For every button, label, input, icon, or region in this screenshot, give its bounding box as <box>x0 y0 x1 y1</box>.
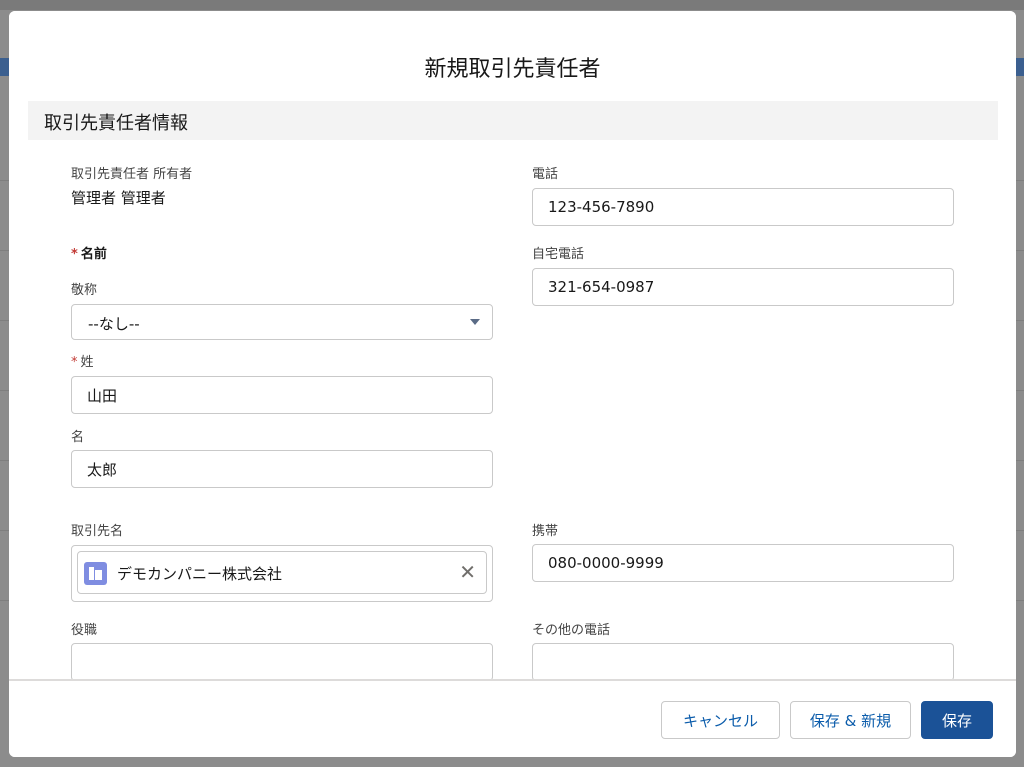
required-mark: * <box>71 247 78 262</box>
account-name-value: デモカンパニー株式会社 <box>117 565 283 583</box>
account-lookup: デモカンパニー株式会社 ✕ <box>71 545 493 602</box>
modal-header: 新規取引先責任者 <box>9 11 1016 101</box>
mobile-input[interactable] <box>532 544 954 582</box>
phone-input[interactable] <box>532 188 954 226</box>
cancel-button[interactable]: キャンセル <box>661 701 780 739</box>
new-contact-modal: 新規取引先責任者 取引先責任者情報 取引先責任者 所有者 管理者 管理者 * 名前… <box>9 11 1016 757</box>
mobile-label: 携帯 <box>532 524 559 539</box>
other-phone-input[interactable] <box>532 643 954 679</box>
last-name-label: * 姓 <box>71 351 94 370</box>
owner-value: 管理者 管理者 <box>71 189 166 207</box>
salutation-label: 敬称 <box>71 283 98 298</box>
last-name-input[interactable] <box>71 376 493 414</box>
phone-label: 電話 <box>532 167 559 182</box>
modal-title: 新規取引先責任者 <box>424 57 601 82</box>
save-and-new-button[interactable]: 保存 & 新規 <box>790 701 911 739</box>
other-phone-label: その他の電話 <box>532 623 611 638</box>
first-name-input[interactable] <box>71 450 493 488</box>
account-name-label: 取引先名 <box>71 524 124 539</box>
last-name-label-text: 姓 <box>80 355 94 370</box>
modal-body: 取引先責任者情報 取引先責任者 所有者 管理者 管理者 * 名前 敬称 --なし-… <box>9 101 1016 679</box>
account-selected-pill[interactable]: デモカンパニー株式会社 ✕ <box>77 551 487 594</box>
modal-footer: キャンセル 保存 & 新規 保存 <box>9 679 1016 757</box>
close-icon[interactable]: ✕ <box>459 560 476 584</box>
home-phone-input[interactable] <box>532 268 954 306</box>
first-name-label: 名 <box>71 430 85 445</box>
title-input[interactable] <box>71 643 493 679</box>
home-phone-label: 自宅電話 <box>532 247 585 262</box>
building-icon <box>84 562 107 585</box>
section-header[interactable]: 取引先責任者情報 <box>28 101 998 140</box>
name-group-label: * 名前 <box>71 243 107 262</box>
salutation-select[interactable]: --なし-- <box>71 304 493 340</box>
section-title: 取引先責任者情報 <box>44 113 188 134</box>
title-label: 役職 <box>71 623 98 638</box>
chevron-down-icon <box>470 319 480 325</box>
required-mark: * <box>71 355 78 370</box>
salutation-selected-value: --なし-- <box>88 315 140 333</box>
name-group-label-text: 名前 <box>80 247 107 262</box>
owner-label: 取引先責任者 所有者 <box>71 167 193 182</box>
save-button[interactable]: 保存 <box>921 701 993 739</box>
background-page-top <box>0 0 1024 10</box>
